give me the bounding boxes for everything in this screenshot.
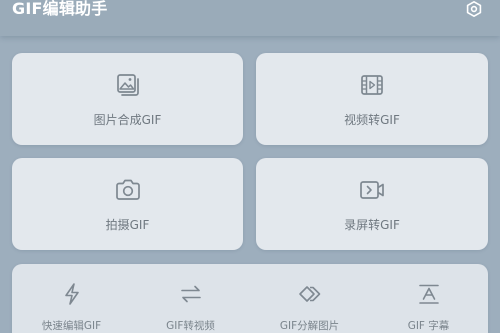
swap-arrows-icon [179,282,203,306]
card-capture-gif[interactable]: 拍摄GIF [12,158,243,250]
tool-gif-caption[interactable]: GIF 字幕 [369,264,488,333]
app-header: GIF编辑助手 [0,0,500,36]
text-caption-icon [417,282,441,306]
tool-quick-edit-gif[interactable]: 快速编辑GIF [12,264,131,333]
image-stack-icon [114,71,142,99]
card-label: 视频转GIF [344,113,400,127]
card-video-to-gif[interactable]: 视频转GIF [256,53,488,145]
card-label: 拍摄GIF [105,218,150,232]
settings-button[interactable] [463,0,485,18]
app-screen: GIF编辑助手 图片合成GIF 视频转GIF 拍摄GIF 录屏转GIF 快速编辑… [0,0,500,333]
tool-label: 快速编辑GIF [41,320,102,332]
film-strip-icon [358,71,386,99]
tool-gif-split-images[interactable]: GIF分解图片 [250,264,369,333]
tool-label: GIF 字幕 [407,320,450,332]
screen-record-icon [358,176,386,204]
card-images-to-gif[interactable]: 图片合成GIF [12,53,243,145]
diamond-layers-icon [298,282,322,306]
page-title: GIF编辑助手 [12,0,108,18]
card-label: 录屏转GIF [344,218,400,232]
tool-label: GIF转视频 [166,320,215,332]
lightning-icon [60,282,84,306]
settings-hexagon-icon [465,0,483,18]
quick-tools-panel: 快速编辑GIF GIF转视频 GIF分解图片 GIF 字幕 [12,264,488,333]
tool-gif-to-video[interactable]: GIF转视频 [131,264,250,333]
card-screen-record-to-gif[interactable]: 录屏转GIF [256,158,488,250]
camera-icon [114,176,142,204]
tool-label: GIF分解图片 [279,320,340,332]
card-label: 图片合成GIF [93,113,162,127]
